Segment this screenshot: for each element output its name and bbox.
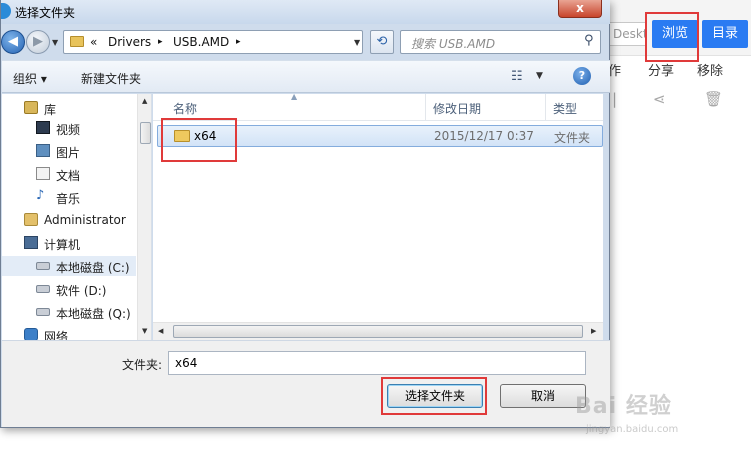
video-icon — [36, 121, 50, 134]
sidebar-item-label: 文档 — [56, 169, 81, 183]
search-icon[interactable]: ⚲ — [584, 33, 594, 48]
dialog-footer: 文件夹: x64 选择文件夹 取消 — [2, 340, 610, 427]
sidebar-item[interactable]: ♪ 音乐 — [2, 187, 136, 207]
select-highlight-box — [381, 377, 487, 415]
directory-button[interactable]: 目录 — [702, 20, 749, 48]
sidebar-item-label: Administrator — [44, 213, 126, 227]
sidebar-item-label: 计算机 — [44, 238, 81, 252]
help-icon[interactable]: ? — [573, 67, 591, 85]
breadcrumb-drivers[interactable]: Drivers — [108, 35, 151, 49]
sidebar-item[interactable]: 网络 — [2, 325, 136, 340]
share-icon[interactable]: ⋖ — [653, 90, 666, 108]
sidebar-item-label: 音乐 — [56, 192, 81, 206]
horizontal-scrollbar[interactable]: ◀ ▶ — [153, 322, 603, 340]
trash-icon[interactable]: 🗑 — [704, 90, 723, 108]
sidebar-item-label: 视频 — [56, 123, 81, 137]
column-modified[interactable]: 修改日期 — [433, 100, 481, 117]
path-field[interactable]: Deskto — [606, 22, 646, 46]
search-field[interactable]: 搜索 USB.AMD ⚲ — [400, 30, 601, 54]
column-header-row: ▲ 名称 修改日期 类型 — [153, 92, 603, 121]
sidebar-item[interactable]: 本地磁盘 (Q:) — [2, 302, 136, 322]
user-icon — [24, 213, 38, 226]
sort-ascending-icon: ▲ — [291, 92, 298, 101]
title-bar[interactable]: 选择文件夹 x — [1, 0, 610, 24]
scroll-up-icon[interactable]: ▲ — [142, 97, 147, 105]
view-dropdown-icon[interactable]: ▼ — [536, 71, 543, 81]
breadcrumb-overflow[interactable]: « — [90, 35, 97, 49]
drive-icon — [36, 308, 50, 316]
breadcrumb-separator-icon[interactable]: ▸ — [236, 37, 241, 47]
column-divider[interactable] — [545, 94, 546, 121]
library-icon — [24, 101, 38, 114]
folder-icon — [70, 36, 84, 47]
sidebar-item[interactable]: 文档 — [2, 164, 136, 184]
refresh-button[interactable]: ⟲ — [370, 30, 394, 54]
sidebar-item[interactable]: 本地磁盘 (C:) — [2, 256, 136, 276]
file-modified: 2015/12/17 0:37 — [434, 129, 534, 143]
remove-action[interactable]: 移除 — [697, 60, 723, 79]
breadcrumb-separator-icon[interactable]: ▸ — [158, 37, 163, 47]
column-divider[interactable] — [425, 94, 426, 121]
sidebar-item-label: 图片 — [56, 146, 81, 160]
dialog-title: 选择文件夹 — [15, 6, 76, 20]
computer-icon — [24, 236, 38, 249]
forward-button[interactable]: ▶ — [26, 30, 50, 54]
watermark-logo: Bai 经验 — [575, 394, 672, 419]
view-options-icon[interactable]: ☷ — [511, 69, 523, 84]
documents-icon — [36, 167, 50, 180]
sidebar-item-label: 网络 — [44, 330, 69, 340]
address-field[interactable]: « Drivers ▸ USB.AMD ▸ ▼ — [63, 30, 363, 54]
back-button[interactable]: ◀ — [1, 30, 25, 54]
nav-scrollbar[interactable]: ▲ ▼ — [137, 94, 151, 340]
new-folder-button[interactable]: 新建文件夹 — [81, 70, 141, 87]
folder-picker-dialog: 选择文件夹 x ◀ ▶ ▼ « Drivers ▸ USB.AMD ▸ ▼ ⟲ … — [0, 0, 610, 428]
sidebar-item-label: 本地磁盘 (C:) — [56, 261, 130, 275]
nav-scroll-thumb[interactable] — [140, 122, 151, 144]
close-button[interactable]: x — [558, 0, 602, 18]
folder-name-input[interactable]: x64 — [168, 351, 586, 375]
file-list-pane: ▲ 名称 修改日期 类型 x64 2015/12/17 0:37 文件夹 ◀ ▶ — [153, 92, 603, 340]
folder-label: 文件夹: — [122, 358, 163, 372]
drive-icon — [36, 262, 50, 270]
sidebar-item[interactable]: 库 — [2, 98, 136, 118]
horizontal-scroll-thumb[interactable] — [173, 325, 583, 338]
scroll-right-icon[interactable]: ▶ — [591, 327, 596, 335]
command-bar: 组织 ▾ 新建文件夹 ☷ ▼ ? — [2, 60, 610, 93]
sidebar-item[interactable]: Administrator — [2, 210, 136, 230]
column-name[interactable]: 名称 — [173, 100, 197, 117]
sidebar-item-label: 本地磁盘 (Q:) — [56, 307, 131, 321]
sidebar-item[interactable]: 图片 — [2, 141, 136, 161]
sidebar-item[interactable]: 计算机 — [2, 233, 136, 253]
cancel-button[interactable]: 取消 — [500, 384, 586, 408]
x64-highlight-box — [161, 118, 237, 162]
divider-icon: | — [612, 90, 618, 108]
sidebar-item[interactable]: 软件 (D:) — [2, 279, 136, 299]
scroll-left-icon[interactable]: ◀ — [158, 327, 163, 335]
recent-pages-dropdown[interactable]: ▼ — [52, 38, 58, 47]
sidebar-item-label: 软件 (D:) — [56, 284, 107, 298]
browse-highlight-box — [645, 12, 699, 62]
share-action[interactable]: 分享 — [648, 60, 674, 79]
sidebar-item[interactable]: 视频 — [2, 118, 136, 138]
sidebar-item-label: 库 — [44, 103, 57, 117]
scroll-down-icon[interactable]: ▼ — [142, 327, 147, 335]
column-type[interactable]: 类型 — [553, 100, 577, 117]
watermark-url: jingyan.baidu.com — [586, 424, 679, 435]
action-bar: 作 分享 移除 — [600, 58, 751, 80]
file-type: 文件夹 — [554, 131, 591, 145]
background-toolbar: Deskto 浏览 目录 — [600, 0, 751, 62]
drive-icon — [36, 285, 50, 293]
pictures-icon — [36, 144, 50, 157]
navigation-pane: 库视频图片文档 ♪ 音乐 Administrator 计算机本地磁盘 (C:) 软件 (D… — [2, 94, 152, 340]
music-icon: ♪ — [36, 188, 45, 203]
network-icon — [24, 328, 38, 340]
organize-menu[interactable]: 组织 ▾ — [13, 70, 47, 87]
breadcrumb-usb-amd[interactable]: USB.AMD — [173, 35, 229, 49]
address-dropdown-icon[interactable]: ▼ — [354, 38, 360, 47]
address-bar: ◀ ▶ ▼ « Drivers ▸ USB.AMD ▸ ▼ ⟲ 搜索 USB.A… — [1, 26, 610, 60]
app-icon — [1, 3, 11, 19]
search-placeholder: 搜索 USB.AMD — [411, 37, 496, 51]
